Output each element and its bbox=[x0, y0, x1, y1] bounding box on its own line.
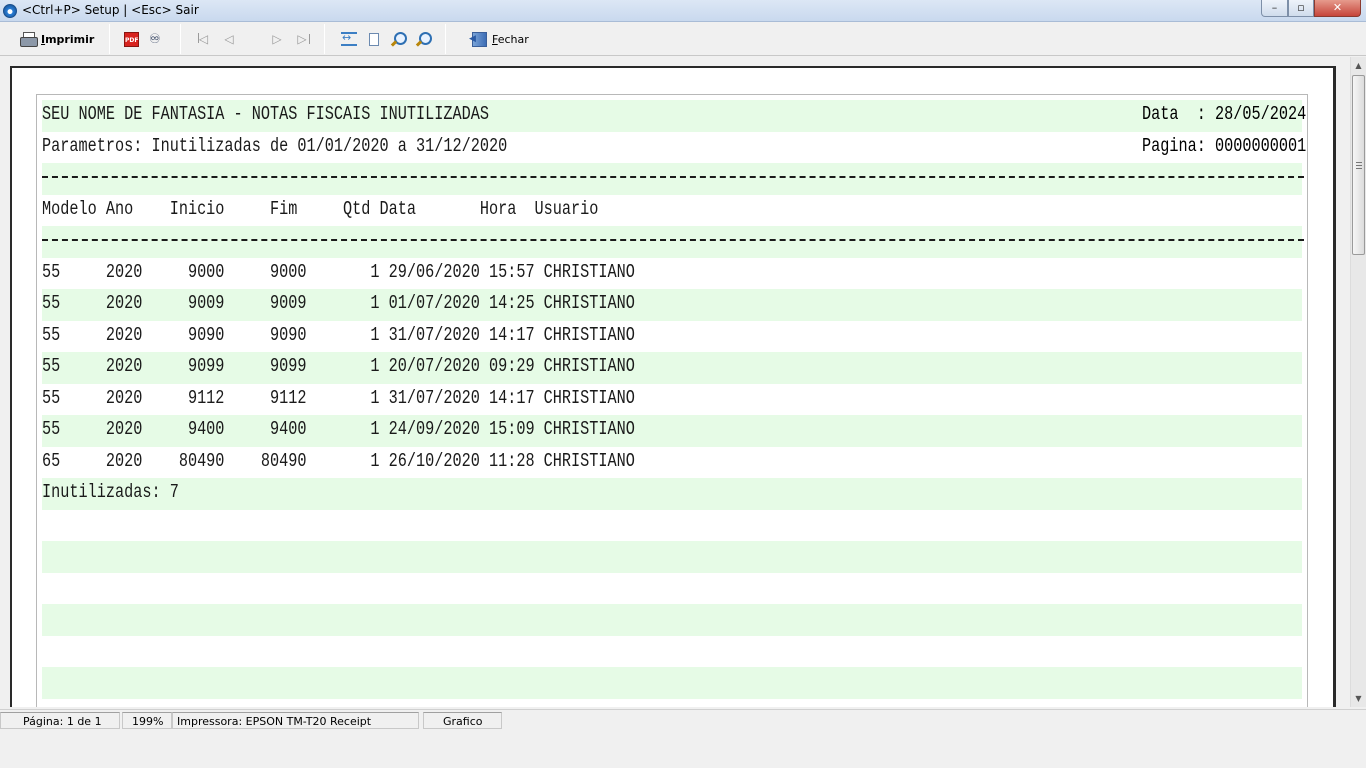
printer-icon bbox=[20, 32, 38, 47]
zoom-in-button[interactable] bbox=[390, 27, 407, 51]
close-report-button[interactable]: Fechar bbox=[469, 27, 529, 51]
report-page: SEU NOME DE FANTASIA - NOTAS FISCAIS INU… bbox=[10, 66, 1336, 707]
status-mode: Grafico bbox=[423, 712, 502, 729]
first-page-button[interactable]: ◁ bbox=[196, 27, 210, 51]
toolbar-separator bbox=[180, 24, 181, 54]
whole-page-icon bbox=[369, 32, 379, 46]
zoom-in-icon bbox=[390, 31, 407, 47]
toolbar-separator bbox=[324, 24, 325, 54]
table-row: 65 2020 80490 80490 1 26/10/2020 11:28 C… bbox=[42, 447, 1302, 479]
report-page-number: Pagina: 0000000001 bbox=[1141, 134, 1306, 157]
next-page-button[interactable]: ▷ bbox=[270, 27, 284, 51]
fit-width-icon bbox=[341, 31, 357, 46]
report-title: SEU NOME DE FANTASIA - NOTAS FISCAIS INU… bbox=[42, 103, 489, 125]
separator-row bbox=[42, 163, 1304, 195]
total-row: Inutilizadas: 7 bbox=[42, 478, 1302, 510]
status-page: Página: 1 de 1 bbox=[0, 712, 120, 729]
table-row-text: 55 2020 9400 9400 1 24/09/2020 15:09 CHR… bbox=[42, 418, 635, 440]
empty-band bbox=[42, 541, 1302, 573]
print-button[interactable]: Imprimir bbox=[20, 27, 94, 51]
status-zoom: 199% bbox=[122, 712, 172, 729]
table-row: 55 2020 9000 9000 1 29/06/2020 15:57 CHR… bbox=[42, 258, 1302, 290]
toolbar-separator bbox=[109, 24, 110, 54]
close-report-label: Fechar bbox=[492, 33, 529, 46]
scroll-up-arrow-icon[interactable]: ▲ bbox=[1351, 57, 1366, 74]
binoculars-icon: ♾ bbox=[149, 31, 161, 47]
last-page-button[interactable]: ▷ bbox=[295, 27, 310, 51]
table-row: 55 2020 9099 9099 1 20/07/2020 09:29 CHR… bbox=[42, 352, 1302, 384]
app-icon bbox=[3, 4, 17, 18]
scroll-thumb[interactable] bbox=[1352, 75, 1365, 255]
column-headers: Modelo Ano Inicio Fim Qtd Data Hora Usua… bbox=[42, 197, 599, 220]
dashed-separator bbox=[42, 176, 1304, 178]
table-row-text: 55 2020 9000 9000 1 29/06/2020 15:57 CHR… bbox=[42, 260, 635, 283]
export-pdf-button[interactable]: PDF bbox=[124, 27, 139, 51]
fit-width-button[interactable] bbox=[341, 27, 357, 51]
exit-icon bbox=[469, 31, 487, 47]
whole-page-button[interactable] bbox=[369, 27, 379, 51]
previous-page-icon: ◁ bbox=[224, 32, 234, 46]
toolbar-separator bbox=[445, 24, 446, 54]
column-header-row: Modelo Ano Inicio Fim Qtd Data Hora Usua… bbox=[42, 195, 1302, 227]
scroll-grip-icon bbox=[1356, 162, 1362, 169]
empty-band bbox=[42, 636, 1302, 668]
report-page-border: SEU NOME DE FANTASIA - NOTAS FISCAIS INU… bbox=[36, 94, 1308, 707]
report-params: Parametros: Inutilizadas de 01/01/2020 a… bbox=[42, 134, 508, 157]
empty-band bbox=[42, 510, 1302, 542]
status-bar: Página: 1 de 1 199% Impressora: EPSON TM… bbox=[0, 709, 1366, 729]
table-row: 55 2020 9112 9112 1 31/07/2020 14:17 CHR… bbox=[42, 384, 1302, 416]
window-title: <Ctrl+P> Setup | <Esc> Sair bbox=[22, 3, 199, 17]
zoom-out-button[interactable] bbox=[415, 27, 432, 51]
table-row-text: 55 2020 9009 9009 1 01/07/2020 14:25 CHR… bbox=[42, 292, 635, 314]
empty-band bbox=[42, 604, 1302, 636]
table-row: 55 2020 9400 9400 1 24/09/2020 15:09 CHR… bbox=[42, 415, 1302, 447]
last-page-bar bbox=[309, 34, 310, 44]
table-row: 55 2020 9090 9090 1 31/07/2020 14:17 CHR… bbox=[42, 321, 1302, 353]
scroll-down-arrow-icon[interactable]: ▼ bbox=[1351, 690, 1366, 707]
report-params-row: Parametros: Inutilizadas de 01/01/2020 a… bbox=[42, 132, 1306, 164]
status-printer: Impressora: EPSON TM-T20 Receipt bbox=[172, 712, 419, 729]
print-label-rest: mprimir bbox=[45, 32, 95, 46]
table-row-text: 55 2020 9112 9112 1 31/07/2020 14:17 CHR… bbox=[42, 386, 635, 409]
vertical-scrollbar[interactable]: ▲ ▼ bbox=[1350, 57, 1366, 707]
empty-band bbox=[42, 667, 1302, 699]
next-page-icon: ▷ bbox=[272, 32, 282, 46]
first-page-icon: ◁ bbox=[196, 32, 210, 46]
maximize-button[interactable]: ▫ bbox=[1288, 0, 1314, 17]
title-bar: <Ctrl+P> Setup | <Esc> Sair – ▫ ✕ bbox=[0, 0, 1366, 22]
total-text: Inutilizadas: 7 bbox=[42, 481, 179, 503]
last-page-icon: ▷ bbox=[297, 32, 307, 46]
previous-page-button[interactable]: ◁ bbox=[222, 27, 236, 51]
close-window-button[interactable]: ✕ bbox=[1314, 0, 1361, 17]
pdf-icon: PDF bbox=[124, 31, 139, 47]
table-row-text: 55 2020 9090 9090 1 31/07/2020 14:17 CHR… bbox=[42, 323, 635, 346]
close-label-rest: echar bbox=[497, 32, 529, 46]
dashed-separator bbox=[42, 239, 1304, 241]
print-label: Imprimir bbox=[41, 33, 94, 46]
empty-band bbox=[42, 699, 1302, 708]
minimize-button[interactable]: – bbox=[1261, 0, 1288, 17]
toolbar: Imprimir PDF ♾ ◁ ◁ ▷ ▷ Fechar bbox=[0, 22, 1366, 56]
window-bottom-area bbox=[0, 729, 1366, 768]
search-button[interactable]: ♾ bbox=[149, 27, 164, 51]
separator-row bbox=[42, 226, 1304, 258]
empty-band bbox=[42, 573, 1302, 605]
table-row: 55 2020 9009 9009 1 01/07/2020 14:25 CHR… bbox=[42, 289, 1302, 321]
report-date: Data : 28/05/2024 bbox=[1141, 103, 1306, 125]
report-body: SEU NOME DE FANTASIA - NOTAS FISCAIS INU… bbox=[42, 100, 1306, 708]
zoom-out-icon bbox=[415, 31, 432, 47]
table-row-text: 55 2020 9099 9099 1 20/07/2020 09:29 CHR… bbox=[42, 355, 635, 377]
report-viewport[interactable]: SEU NOME DE FANTASIA - NOTAS FISCAIS INU… bbox=[0, 57, 1350, 707]
report-title-row: SEU NOME DE FANTASIA - NOTAS FISCAIS INU… bbox=[42, 100, 1306, 132]
table-row-text: 65 2020 80490 80490 1 26/10/2020 11:28 C… bbox=[42, 449, 635, 472]
